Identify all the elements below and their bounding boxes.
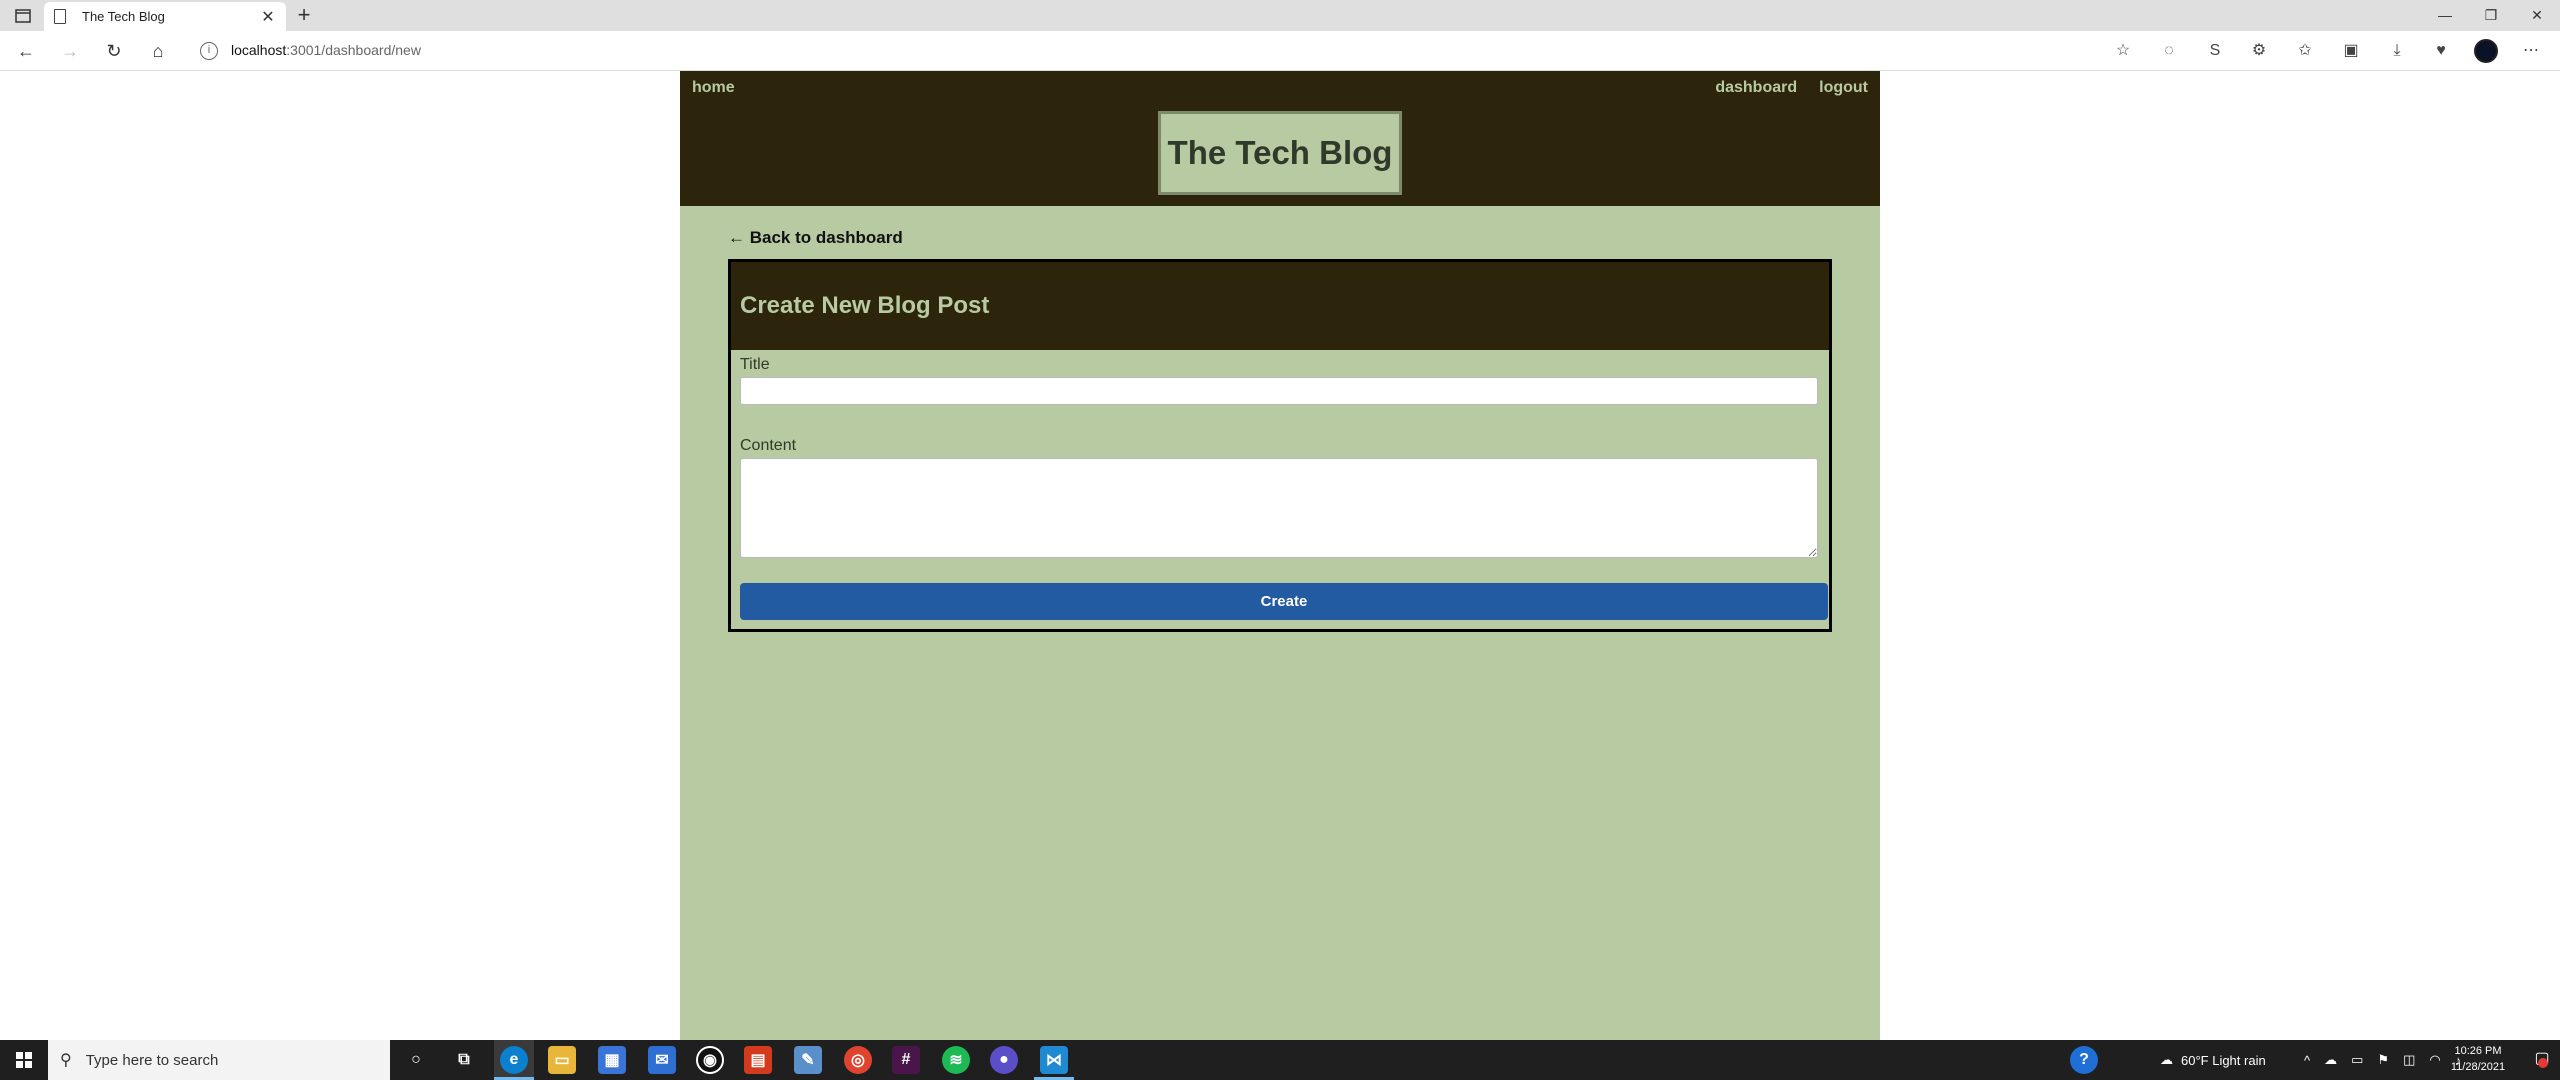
address-path: :3001/dashboard/new xyxy=(286,42,421,58)
browser-essentials-icon[interactable]: ♥ xyxy=(2430,40,2452,62)
flag-icon[interactable]: ⚑ xyxy=(2377,1052,2389,1068)
taskbar-search[interactable]: ⚲ Type here to search xyxy=(48,1040,390,1080)
chrome-icon[interactable]: ◎ xyxy=(844,1046,872,1074)
profile-avatar[interactable] xyxy=(2474,39,2498,63)
forward-arrow-icon[interactable]: → xyxy=(58,39,82,63)
nav-dashboard-link[interactable]: dashboard xyxy=(1715,79,1797,97)
address-host: localhost xyxy=(231,42,287,58)
close-tab-icon[interactable]: ✕ xyxy=(260,7,276,27)
site-info-icon[interactable]: i xyxy=(200,42,218,60)
site-header: home dashboard logout The Tech Blog xyxy=(680,71,1880,206)
cloud-icon[interactable]: ☁ xyxy=(2324,1052,2337,1068)
create-button[interactable]: Create xyxy=(740,583,1828,620)
cloud-rain-icon: ☁ xyxy=(2160,1052,2173,1067)
office-icon[interactable]: ▤ xyxy=(744,1046,772,1074)
nav-home-link[interactable]: home xyxy=(692,79,735,97)
downloads-icon[interactable]: ⤓ xyxy=(2386,40,2408,62)
site-title: The Tech Blog xyxy=(1167,134,1393,171)
tab-title: The Tech Blog xyxy=(82,9,165,24)
task-view-icon[interactable]: ⧉ xyxy=(450,1046,478,1074)
browser-tab[interactable]: The Tech Blog ✕ xyxy=(44,2,286,31)
content-textarea[interactable] xyxy=(740,458,1818,558)
collections-icon[interactable]: ▣ xyxy=(2340,40,2362,62)
minimize-icon[interactable]: — xyxy=(2432,4,2458,26)
clock-date: 11/28/2021 xyxy=(2450,1061,2506,1073)
notification-badge xyxy=(2538,1058,2548,1068)
title-label: Title xyxy=(740,356,770,373)
clock[interactable]: 10:26 PM 11/28/2021 xyxy=(2438,1043,2518,1075)
browser-tab-bar: The Tech Blog ✕ + — ❐ ✕ xyxy=(0,0,2560,31)
new-tab-button[interactable]: + xyxy=(292,4,316,28)
extensions-puzzle-icon[interactable]: ⚙ xyxy=(2248,40,2270,62)
refresh-icon[interactable]: ↻ xyxy=(102,39,126,63)
spotify-icon[interactable]: ≋ xyxy=(942,1046,970,1074)
nav-right: dashboard logout xyxy=(1715,79,1868,97)
file-explorer-icon[interactable]: ▭ xyxy=(548,1046,576,1074)
search-placeholder: Type here to search xyxy=(85,1051,219,1069)
home-icon[interactable]: ⌂ xyxy=(146,39,170,63)
card-title: Create New Blog Post xyxy=(740,292,990,319)
taskbar: ⚲ Type here to search ○ ⧉ e ▭ ▦ ✉ ◉ ▤ ✎ … xyxy=(0,1040,2560,1080)
app-icon[interactable]: ● xyxy=(990,1046,1018,1074)
site-logo[interactable]: The Tech Blog xyxy=(1158,111,1402,195)
help-icon[interactable]: ? xyxy=(2070,1046,2098,1074)
clock-time: 10:26 PM xyxy=(2454,1045,2502,1057)
mail-icon[interactable]: ✉ xyxy=(648,1046,676,1074)
restore-icon[interactable]: ❐ xyxy=(2478,4,2504,26)
page-content: home dashboard logout The Tech Blog ← Ba… xyxy=(680,71,1880,1040)
nav-logout-link[interactable]: logout xyxy=(1819,79,1868,97)
page-icon xyxy=(54,9,66,24)
tab-actions-icon[interactable] xyxy=(10,6,36,26)
windows-logo-icon xyxy=(16,1052,32,1068)
start-button[interactable] xyxy=(0,1040,48,1080)
close-window-icon[interactable]: ✕ xyxy=(2524,4,2550,26)
browser-toolbar: ← → ↻ ⌂ i localhost:3001/dashboard/new ☆… xyxy=(0,31,2560,71)
notes-app-icon[interactable]: ✎ xyxy=(794,1046,822,1074)
screen-icon[interactable]: ▭ xyxy=(2351,1052,2363,1068)
store-icon[interactable]: ▦ xyxy=(598,1046,626,1074)
weather-widget[interactable]: ☁ 60°F Light rain xyxy=(2160,1040,2266,1080)
card-header: Create New Blog Post xyxy=(731,262,1829,350)
favorite-add-icon[interactable]: ☆ xyxy=(2112,40,2134,62)
address-bar[interactable]: localhost:3001/dashboard/new xyxy=(231,42,421,58)
extension-s-icon[interactable]: S xyxy=(2204,40,2226,62)
back-to-dashboard-link[interactable]: ← Back to dashboard xyxy=(728,228,903,248)
github-icon[interactable]: ◉ xyxy=(696,1046,724,1074)
vscode-icon[interactable]: ⋈ xyxy=(1040,1046,1068,1074)
slack-icon[interactable]: # xyxy=(892,1046,920,1074)
new-post-card: Create New Blog Post Title Content Creat… xyxy=(728,259,1832,632)
weather-text: 60°F Light rain xyxy=(2181,1052,2266,1068)
new-post-form: Title Content Create xyxy=(731,350,1829,620)
cortana-icon[interactable]: ○ xyxy=(402,1046,430,1074)
back-arrow-icon[interactable]: ← xyxy=(14,39,38,63)
search-icon: ⚲ xyxy=(60,1052,72,1069)
edge-browser-icon[interactable]: e xyxy=(500,1046,528,1074)
settings-menu-icon[interactable]: ⋯ xyxy=(2520,40,2542,62)
content-label: Content xyxy=(740,437,797,454)
title-input[interactable] xyxy=(740,377,1818,405)
network-icon[interactable]: ◫ xyxy=(2403,1052,2415,1068)
extension-icon[interactable]: ◌ xyxy=(2158,40,2180,62)
favorites-icon[interactable]: ✩ xyxy=(2294,40,2316,62)
chevron-up-icon[interactable]: ^ xyxy=(2304,1053,2310,1068)
